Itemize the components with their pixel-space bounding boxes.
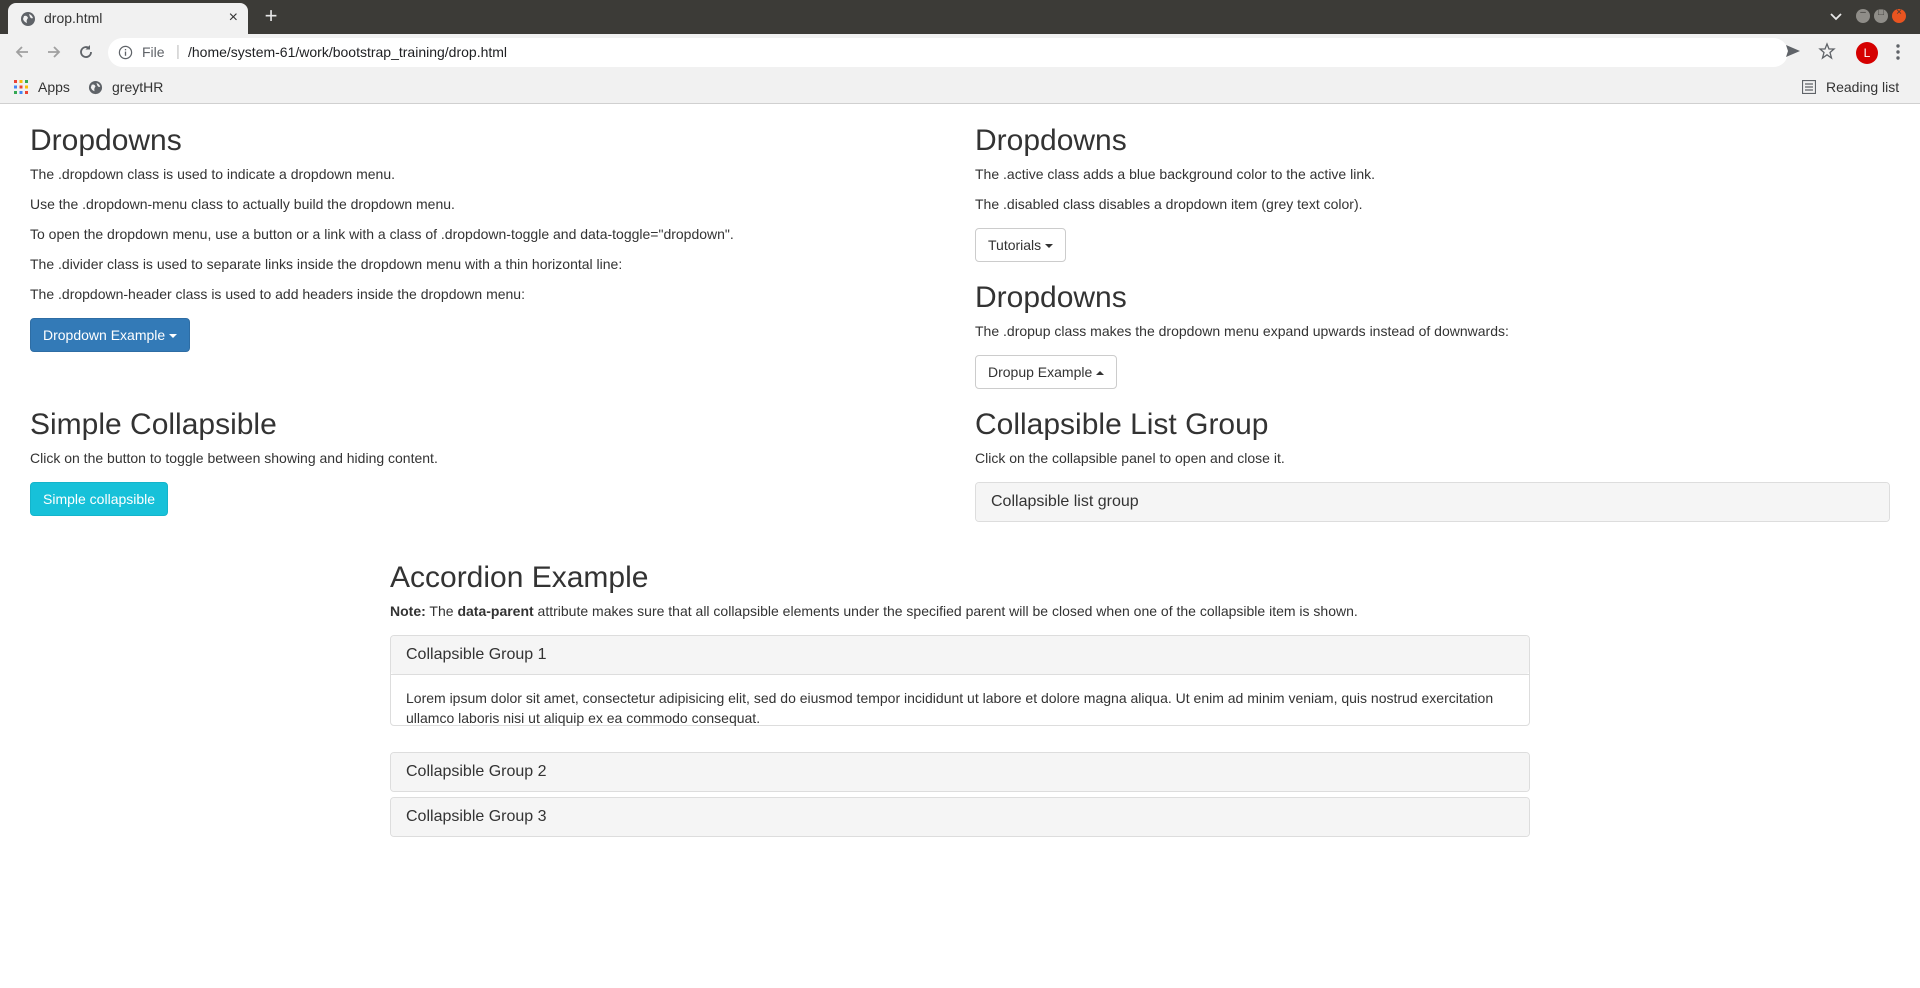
paragraph: The .dropup class makes the dropdown men…	[975, 323, 1509, 339]
section-title: Simple Collapsible	[30, 408, 277, 441]
paragraph: The .dropdown-header class is used to ad…	[30, 286, 525, 302]
bookmark-apps-label: Apps	[38, 79, 70, 95]
paragraph: To open the dropdown menu, use a button …	[30, 226, 734, 242]
accordion-group-1: Collapsible Group 1 Lorem ipsum dolor si…	[390, 635, 1530, 726]
paragraph: The .dropdown class is used to indicate …	[30, 166, 395, 182]
reading-list-button[interactable]: Reading list	[1802, 77, 1912, 97]
accordion-heading-3[interactable]: Collapsible Group 3	[391, 798, 1529, 836]
reload-icon[interactable]	[76, 42, 96, 62]
caret-down-icon	[169, 334, 178, 339]
dropup-example-button[interactable]: Dropup Example	[975, 355, 1118, 389]
note-text: attribute makes sure that all collapsibl…	[533, 603, 1358, 619]
tab-strip: drop.html × + – □ ×	[0, 0, 1920, 34]
globe-icon	[88, 80, 103, 95]
button-label: Dropup Example	[988, 364, 1093, 380]
reading-list-icon	[1802, 80, 1816, 94]
bookmark-greythr-label: greytHR	[112, 79, 164, 95]
send-icon[interactable]	[1784, 42, 1802, 60]
profile-avatar[interactable]: L	[1856, 42, 1878, 64]
apps-grid-icon	[14, 80, 28, 94]
accordion-group-2: Collapsible Group 2	[390, 752, 1530, 792]
globe-icon	[21, 12, 35, 26]
paragraph: Click on the collapsible panel to open a…	[975, 450, 1285, 466]
tab-title: drop.html	[44, 10, 103, 26]
address-separator: |	[176, 43, 180, 60]
close-tab-icon[interactable]: ×	[229, 9, 238, 27]
button-label: Tutorials	[988, 237, 1042, 253]
chevron-down-icon[interactable]	[1828, 8, 1844, 24]
dropup-section: Dropdowns The .dropup class makes the dr…	[975, 280, 1875, 341]
section-title: Accordion Example	[390, 561, 649, 594]
paragraph: Use the .dropdown-menu class to actually…	[30, 196, 455, 212]
minimize-window-button[interactable]: –	[1856, 7, 1870, 23]
section-title: Dropdowns	[975, 124, 1127, 157]
button-label: Dropdown Example	[43, 327, 166, 343]
window-controls: – □ ×	[1856, 7, 1916, 23]
tutorials-dropdown-button[interactable]: Tutorials	[975, 228, 1067, 262]
section-title: Dropdowns	[30, 124, 182, 157]
address-bar[interactable]: File | /home/system-61/work/bootstrap_tr…	[108, 38, 1788, 67]
new-tab-button[interactable]: +	[260, 5, 282, 27]
browser-toolbar: File | /home/system-61/work/bootstrap_tr…	[0, 34, 1920, 71]
dropdowns-section-left: Dropdowns The .dropdown class is used to…	[30, 123, 930, 304]
section-title: Dropdowns	[975, 281, 1127, 314]
kebab-menu-icon[interactable]	[1890, 42, 1906, 62]
accordion-note: Note: The data-parent attribute makes su…	[390, 601, 1530, 621]
page-content: Dropdowns The .dropdown class is used to…	[0, 105, 1920, 988]
back-arrow-icon[interactable]	[12, 42, 32, 62]
close-window-button[interactable]: ×	[1892, 7, 1906, 23]
caret-down-icon	[1045, 244, 1054, 249]
panel-heading[interactable]: Collapsible list group	[976, 483, 1889, 521]
url-text[interactable]: /home/system-61/work/bootstrap_training/…	[188, 44, 507, 60]
accordion-section: Accordion Example Note: The data-parent …	[390, 560, 1530, 621]
note-attribute: data-parent	[457, 603, 534, 619]
accordion-group-3: Collapsible Group 3	[390, 797, 1530, 837]
caret-up-icon	[1096, 371, 1105, 376]
scheme-label: File	[142, 44, 165, 60]
simple-collapsible-section: Simple Collapsible Click on the button t…	[30, 407, 930, 468]
maximize-window-button[interactable]: □	[1874, 7, 1888, 23]
note-label: Note:	[390, 603, 426, 619]
bookmark-apps[interactable]: Apps	[14, 77, 78, 97]
paragraph: The .disabled class disables a dropdown …	[975, 196, 1363, 212]
info-icon[interactable]	[118, 45, 133, 60]
section-title: Collapsible List Group	[975, 408, 1269, 441]
accordion-heading-2[interactable]: Collapsible Group 2	[391, 753, 1529, 791]
accordion-body-1: Lorem ipsum dolor sit amet, consectetur …	[391, 674, 1529, 741]
dropdowns-section-active: Dropdowns The .active class adds a blue …	[975, 123, 1875, 214]
forward-arrow-icon[interactable]	[44, 42, 64, 62]
collapsible-list-group-panel[interactable]: Collapsible list group	[975, 482, 1890, 522]
paragraph: The .active class adds a blue background…	[975, 166, 1375, 182]
bookmark-greythr[interactable]: greytHR	[88, 77, 178, 97]
accordion-heading-1[interactable]: Collapsible Group 1	[391, 636, 1529, 674]
star-bookmark-icon[interactable]	[1818, 42, 1836, 60]
bookmarks-bar: Apps greytHR Reading list	[0, 71, 1920, 104]
paragraph: The .divider class is used to separate l…	[30, 256, 623, 272]
simple-collapsible-button[interactable]: Simple collapsible	[30, 482, 169, 516]
reading-list-label: Reading list	[1826, 79, 1900, 95]
collapsible-list-group-section: Collapsible List Group Click on the coll…	[975, 407, 1890, 468]
dropdown-example-button[interactable]: Dropdown Example	[30, 318, 191, 352]
paragraph: Click on the button to toggle between sh…	[30, 450, 438, 466]
note-text: The	[425, 603, 458, 619]
browser-tab[interactable]: drop.html ×	[8, 3, 248, 34]
